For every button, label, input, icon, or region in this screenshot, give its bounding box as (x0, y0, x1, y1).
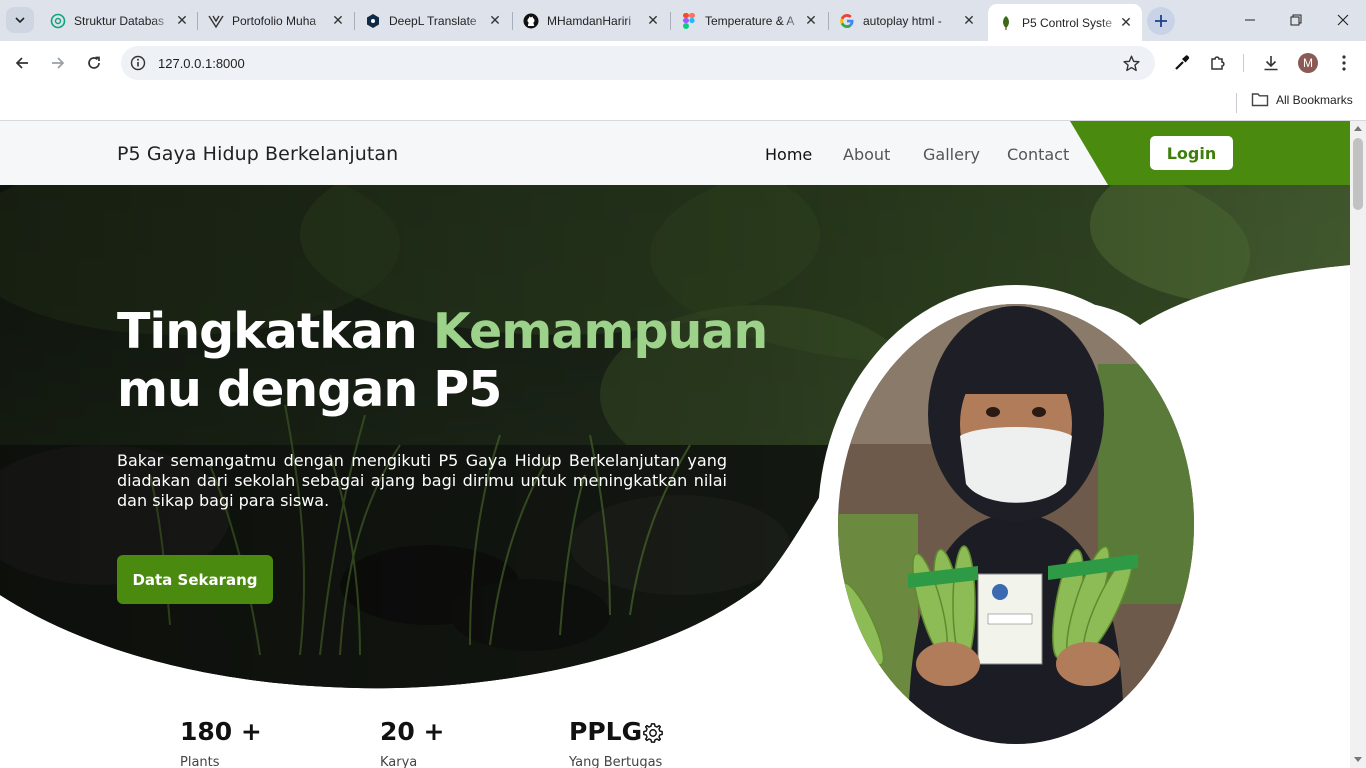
minimize-icon (1245, 19, 1255, 21)
browser-tab[interactable]: MHamdanHariri ✕ (513, 6, 669, 35)
close-icon[interactable]: ✕ (487, 13, 503, 28)
tab-title: MHamdanHariri (547, 13, 632, 28)
eyedropper-icon (1175, 55, 1190, 70)
tab-search-button[interactable] (6, 7, 34, 33)
scroll-up-icon[interactable] (1354, 126, 1362, 131)
restore-button[interactable] (1273, 0, 1319, 40)
tab-title: P5 Control Syste (1022, 15, 1113, 30)
nav-home[interactable]: Home (765, 145, 812, 164)
site-info-icon[interactable] (130, 55, 146, 71)
forward-button[interactable] (44, 49, 72, 77)
scroll-down-icon[interactable] (1354, 757, 1362, 762)
eyedropper-extension-button[interactable] (1168, 49, 1196, 77)
nav-contact[interactable]: Contact (1007, 145, 1069, 164)
browser-tab[interactable]: DeepL Translate ✕ (355, 6, 511, 35)
all-bookmarks-label: All Bookmarks (1276, 92, 1353, 107)
tab-title: Portofolio Muha (232, 13, 317, 28)
tab-title: Temperature & A (705, 13, 795, 28)
restore-icon (1290, 14, 1302, 26)
browser-toolbar: 127.0.0.1:8000 M (0, 41, 1366, 85)
hero-title-part1: Tingkatkan (117, 303, 418, 360)
profile-button[interactable]: M (1294, 49, 1322, 77)
stat-plants-label: Plants (180, 755, 220, 768)
close-icon[interactable]: ✕ (174, 13, 190, 28)
browser-menu-button[interactable] (1330, 49, 1358, 77)
stat-karya-value: 20 + (380, 717, 445, 746)
nav-about[interactable]: About (843, 145, 890, 164)
page-viewport: P5 Gaya Hidup Berkelanjutan Home About G… (0, 121, 1350, 768)
leaf-icon (998, 15, 1014, 31)
browser-tab[interactable]: autoplay html - ✕ (829, 6, 985, 35)
avatar: M (1298, 53, 1318, 73)
login-button[interactable]: Login (1150, 136, 1233, 170)
downloads-button[interactable] (1257, 49, 1285, 77)
hero-description: Bakar semangatmu dengan mengikuti P5 Gay… (117, 451, 727, 510)
back-button[interactable] (8, 49, 36, 77)
reload-button[interactable] (80, 49, 108, 77)
arrow-left-icon (15, 57, 28, 69)
student-portrait-image (838, 304, 1194, 744)
download-icon (1264, 56, 1278, 71)
browser-tab-active[interactable]: P5 Control Syste ✕ (988, 4, 1142, 41)
stat-karya-label: Karya (380, 755, 418, 768)
close-icon[interactable]: ✕ (645, 13, 661, 28)
stat-pplg-label: Yang Bertugas (569, 755, 663, 768)
chevron-down-icon (15, 17, 25, 24)
close-icon[interactable]: ✕ (1118, 15, 1134, 30)
plus-icon (1155, 15, 1167, 27)
url-text[interactable]: 127.0.0.1:8000 (158, 56, 245, 71)
browser-tab[interactable]: Portofolio Muha ✕ (198, 6, 354, 35)
browser-tab[interactable]: Struktur Databas ✕ (40, 6, 198, 35)
puzzle-icon (1211, 56, 1225, 70)
figma-icon (681, 12, 697, 29)
close-icon[interactable]: ✕ (330, 13, 346, 28)
stat-pplg-value: PPLG (569, 717, 643, 746)
data-sekarang-button[interactable]: Data Sekarang (117, 555, 273, 604)
browser-tab[interactable]: Temperature & A ✕ (671, 6, 827, 35)
google-icon (839, 13, 855, 29)
chatgpt-icon (50, 13, 66, 29)
close-icon (1337, 14, 1349, 26)
folder-icon (1251, 93, 1269, 107)
page-scrollbar[interactable] (1350, 121, 1366, 768)
browser-tabstrip: Struktur Databas ✕ Portofolio Muha ✕ Dee… (0, 0, 1366, 41)
tab-title: Struktur Databas (74, 13, 165, 28)
github-icon (523, 13, 539, 29)
kebab-menu-icon (1342, 55, 1346, 71)
minimize-button[interactable] (1227, 0, 1273, 40)
extensions-button[interactable] (1204, 49, 1232, 77)
reload-icon (88, 56, 100, 69)
tab-title: autoplay html - (863, 13, 942, 28)
close-icon[interactable]: ✕ (961, 13, 977, 28)
tab-title: DeepL Translate (389, 13, 477, 28)
star-icon[interactable] (1123, 55, 1140, 72)
arrow-right-icon (52, 57, 65, 69)
deepl-icon (365, 13, 381, 29)
hero-title-line2: mu dengan P5 (117, 361, 502, 418)
nav-gallery[interactable]: Gallery (923, 145, 980, 164)
site-navbar: P5 Gaya Hidup Berkelanjutan Home About G… (0, 121, 1350, 185)
address-bar[interactable]: 127.0.0.1:8000 (121, 46, 1155, 80)
all-bookmarks-button[interactable]: All Bookmarks (1251, 92, 1353, 107)
close-window-button[interactable] (1320, 0, 1366, 40)
bookmarks-bar: All Bookmarks (0, 85, 1366, 121)
hero-title-accent: Kemampuan (432, 303, 768, 360)
hero-title: Tingkatkan Kemampuan mu dengan P5 (117, 303, 768, 419)
scrollbar-thumb[interactable] (1353, 138, 1363, 210)
stat-plants-value: 180 + (180, 717, 262, 746)
new-tab-button[interactable] (1147, 7, 1175, 35)
close-icon[interactable]: ✕ (803, 13, 819, 28)
gear-icon (643, 723, 663, 743)
site-brand[interactable]: P5 Gaya Hidup Berkelanjutan (117, 143, 398, 165)
vercel-icon (208, 13, 224, 29)
